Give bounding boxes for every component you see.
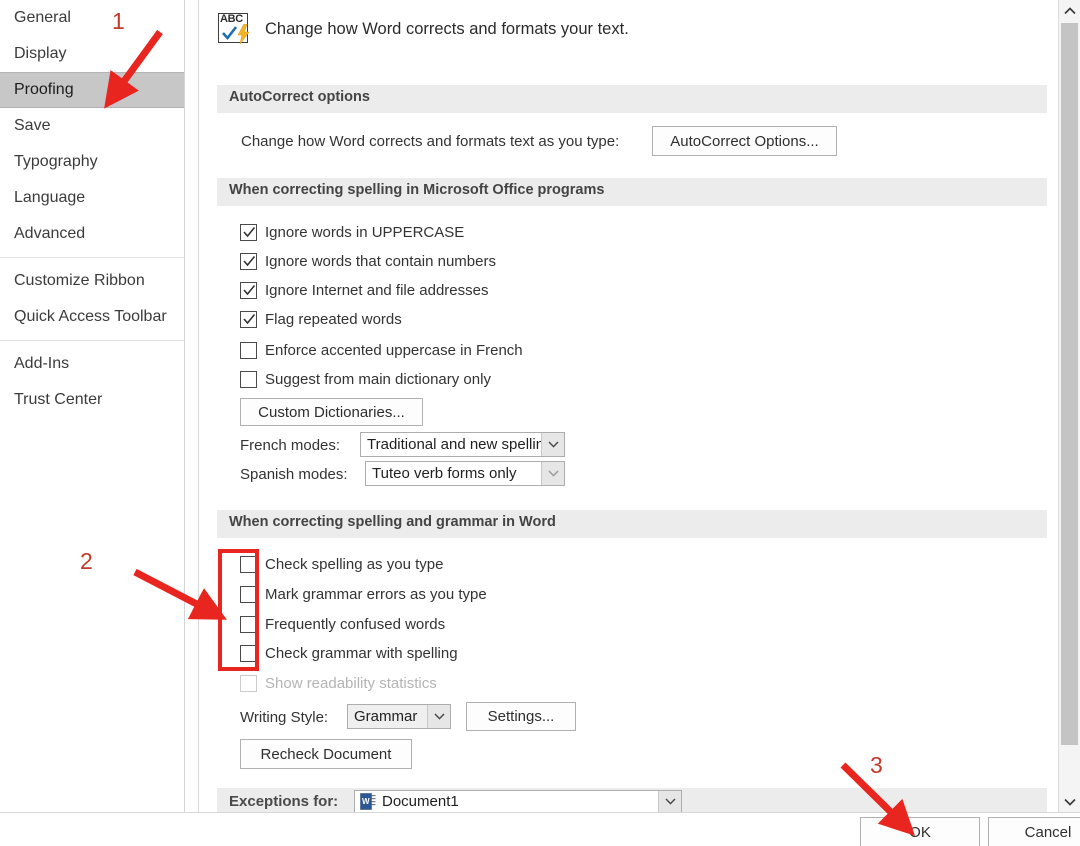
section-header-office-spelling-label: When correcting spelling in Microsoft Of…: [229, 182, 605, 198]
checkbox-ignore-numbers[interactable]: [240, 253, 257, 270]
checkbox-check-spelling-as-you-type-label: Check spelling as you type: [265, 556, 444, 573]
sidebar-item-typography[interactable]: Typography: [0, 144, 184, 180]
grammar-settings-button[interactable]: Settings...: [466, 702, 576, 731]
writing-style-dropdown[interactable]: Grammar: [347, 704, 451, 729]
checkbox-frequently-confused-words-label: Frequently confused words: [265, 616, 446, 633]
chevron-up-icon: [1063, 6, 1076, 14]
checkbox-check-grammar-with-spelling-label: Check grammar with spelling: [265, 645, 458, 662]
chevron-down-icon: [1063, 798, 1076, 806]
cancel-button-label: Cancel: [1024, 823, 1072, 841]
vertical-scrollbar[interactable]: [1058, 0, 1080, 812]
checkbox-suggest-main-dictionary-only-label: Suggest from main dictionary only: [265, 371, 491, 388]
section-header-word-grammar-label: When correcting spelling and grammar in …: [229, 514, 556, 530]
checkbox-mark-grammar-errors-label: Mark grammar errors as you type: [265, 586, 487, 603]
writing-style-value: Grammar: [354, 708, 418, 725]
checkbox-show-readability-statistics: [240, 675, 257, 692]
sidebar-item-advanced[interactable]: Advanced: [0, 216, 184, 252]
word-document-icon: W: [360, 793, 376, 810]
section-header-office-spelling: When correcting spelling in Microsoft Of…: [217, 178, 1047, 206]
checkbox-enforce-accented-uppercase[interactable]: [240, 342, 257, 359]
sidebar-item-trust-center[interactable]: Trust Center: [0, 382, 184, 418]
autocorrect-options-button[interactable]: AutoCorrect Options...: [652, 126, 837, 156]
sidebar-item-customize-ribbon[interactable]: Customize Ribbon: [0, 263, 184, 299]
scrollbar-thumb[interactable]: [1061, 23, 1078, 745]
checkbox-ignore-numbers-label: Ignore words that contain numbers: [265, 253, 496, 270]
spanish-modes-dropdown[interactable]: Tuteo verb forms only: [365, 461, 565, 486]
checkbox-ignore-internet-addresses-label: Ignore Internet and file addresses: [265, 282, 489, 299]
cancel-button[interactable]: Cancel: [988, 817, 1080, 846]
spanish-modes-value: Tuteo verb forms only: [372, 465, 517, 482]
exceptions-label: Exceptions for:: [229, 793, 339, 810]
sidebar-item-save[interactable]: Save: [0, 108, 184, 144]
proofing-options-content: ABC Change how Word corrects and formats…: [198, 0, 1056, 813]
sidebar-item-add-ins[interactable]: Add-Ins: [0, 346, 184, 382]
scroll-up-button[interactable]: [1059, 0, 1080, 21]
custom-dictionaries-button-label: Custom Dictionaries...: [258, 403, 405, 421]
recheck-document-button-label: Recheck Document: [260, 745, 392, 763]
sidebar-item-quick-access-toolbar[interactable]: Quick Access Toolbar: [0, 299, 184, 335]
annotation-number-2: 2: [80, 548, 93, 574]
autocorrect-options-button-label: AutoCorrect Options...: [670, 132, 819, 150]
scroll-down-button[interactable]: [1059, 791, 1080, 812]
checkbox-flag-repeated-words-label: Flag repeated words: [265, 311, 402, 328]
recheck-document-button[interactable]: Recheck Document: [240, 739, 412, 769]
spanish-modes-label: Spanish modes:: [240, 466, 348, 483]
writing-style-label: Writing Style:: [240, 709, 329, 726]
svg-text:W: W: [362, 797, 370, 806]
sidebar-item-proofing[interactable]: Proofing: [0, 72, 184, 108]
pane-intro: ABC Change how Word corrects and formats…: [217, 12, 629, 46]
section-header-autocorrect: AutoCorrect options: [217, 85, 1047, 113]
exceptions-value: Document1: [382, 793, 459, 810]
french-modes-label: French modes:: [240, 437, 341, 454]
options-category-sidebar: General Display Proofing Save Typography…: [0, 0, 185, 812]
french-modes-dropdown[interactable]: Traditional and new spellings: [360, 432, 565, 457]
autocorrect-row-label: Change how Word corrects and formats tex…: [241, 133, 620, 150]
dialog-footer: OK Cancel: [0, 812, 1080, 846]
sidebar-item-general[interactable]: General: [0, 0, 184, 36]
chevron-down-icon: [427, 705, 450, 728]
french-modes-value: Traditional and new spellings: [367, 436, 541, 453]
ok-button-label: OK: [909, 823, 931, 841]
custom-dictionaries-button[interactable]: Custom Dictionaries...: [240, 398, 423, 426]
section-header-word-grammar: When correcting spelling and grammar in …: [217, 510, 1047, 538]
pane-intro-text: Change how Word corrects and formats you…: [265, 19, 629, 38]
chevron-down-icon: [541, 462, 564, 485]
checkbox-ignore-internet-addresses[interactable]: [240, 282, 257, 299]
checkbox-suggest-main-dictionary-only[interactable]: [240, 371, 257, 388]
sidebar-divider: [0, 340, 184, 341]
checkbox-show-readability-statistics-label: Show readability statistics: [265, 675, 437, 692]
annotation-number-3: 3: [870, 752, 883, 778]
checkbox-ignore-uppercase[interactable]: [240, 224, 257, 241]
chevron-down-icon: [658, 791, 681, 812]
chevron-down-icon: [541, 433, 564, 456]
exceptions-dropdown[interactable]: W Document1: [354, 790, 682, 813]
checkbox-ignore-uppercase-label: Ignore words in UPPERCASE: [265, 224, 465, 241]
sidebar-item-display[interactable]: Display: [0, 36, 184, 72]
section-header-autocorrect-label: AutoCorrect options: [229, 89, 370, 105]
proofing-options-pane: ABC Change how Word corrects and formats…: [186, 0, 1080, 813]
ok-button[interactable]: OK: [860, 817, 980, 846]
word-options-dialog: General Display Proofing Save Typography…: [0, 0, 1080, 846]
abc-spellcheck-icon: ABC: [217, 12, 251, 46]
checkbox-flag-repeated-words[interactable]: [240, 311, 257, 328]
annotation-number-1: 1: [112, 8, 125, 34]
annotation-highlight-box: [218, 549, 259, 671]
grammar-settings-button-label: Settings...: [487, 708, 555, 725]
sidebar-item-language[interactable]: Language: [0, 180, 184, 216]
checkbox-enforce-accented-uppercase-label: Enforce accented uppercase in French: [265, 342, 523, 359]
sidebar-divider: [0, 257, 184, 258]
